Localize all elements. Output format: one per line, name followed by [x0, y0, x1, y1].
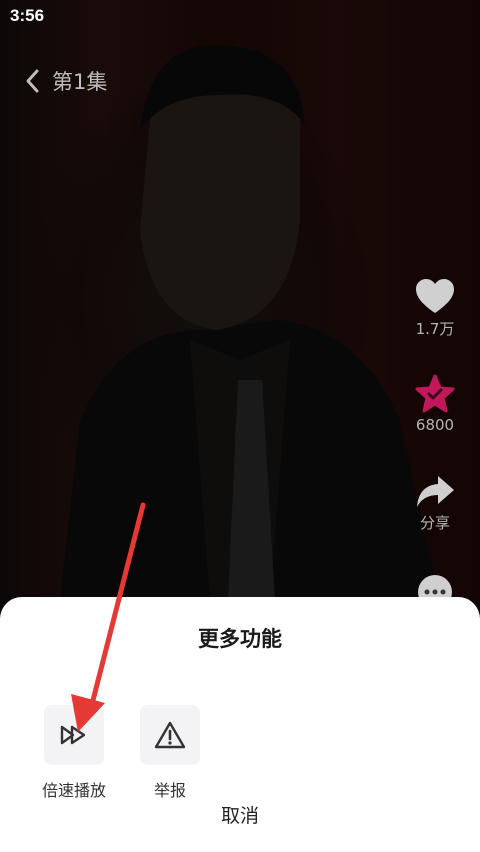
cancel-button[interactable]: 取消 [0, 801, 480, 828]
report-tile[interactable] [140, 705, 200, 765]
share-button[interactable]: 分享 [390, 474, 480, 533]
speed-play-tile[interactable] [44, 705, 104, 765]
report-button[interactable]: 举报 [120, 705, 220, 801]
report-label: 举报 [153, 781, 186, 800]
speed-play-label: 倍速播放 [41, 781, 106, 800]
heart-icon [416, 279, 454, 313]
status-time: 3:56 [10, 6, 45, 25]
speed-play-icon [60, 725, 86, 745]
favorite-button[interactable]: 6800 [390, 374, 480, 434]
report-warning-icon [154, 721, 186, 749]
favorite-star-icon [415, 374, 455, 413]
sheet-title: 更多功能 [198, 627, 282, 651]
speed-play-button[interactable]: 倍速播放 [24, 705, 124, 801]
like-count: 1.7万 [415, 320, 455, 338]
share-label: 分享 [419, 514, 450, 532]
more-functions-sheet: 更多功能 倍速播放 举报 取消 [0, 597, 480, 852]
share-arrow-icon [417, 476, 454, 507]
episode-title: 第1集 [52, 70, 108, 94]
back-chevron-icon[interactable] [22, 66, 44, 96]
top-bar: 第1集 [22, 66, 107, 96]
like-button[interactable]: 1.7万 [390, 278, 480, 339]
favorite-count: 6800 [415, 416, 455, 434]
